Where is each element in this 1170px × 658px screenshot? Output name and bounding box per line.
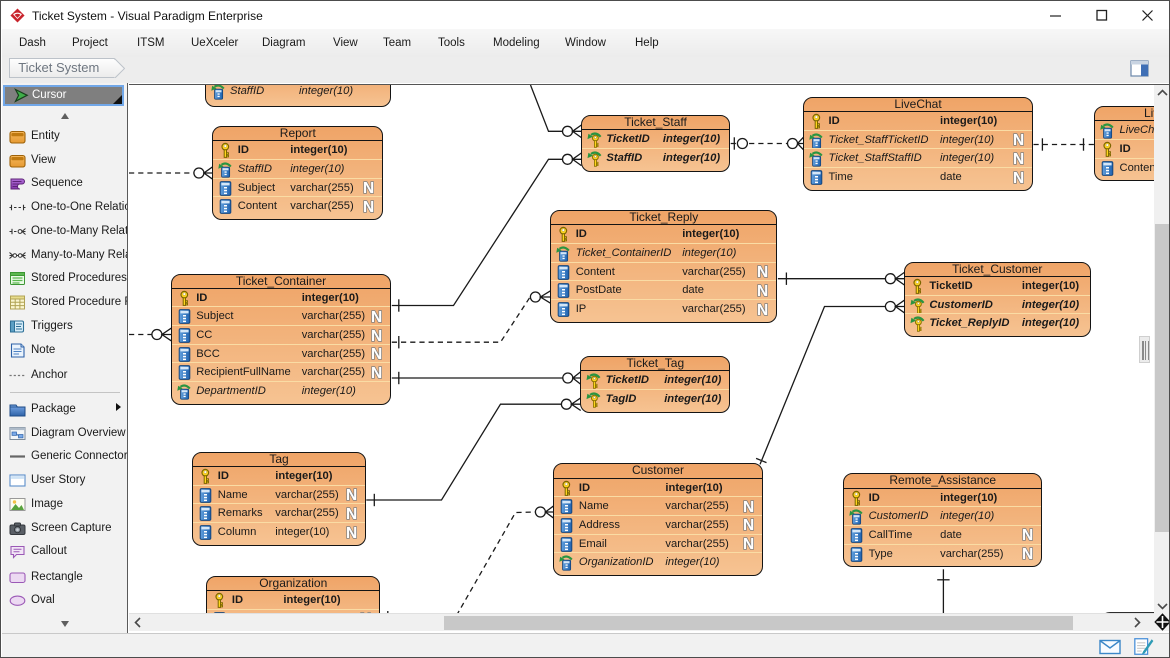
svg-text:N: N xyxy=(1013,170,1024,186)
svg-text:N: N xyxy=(1013,132,1024,148)
svg-text:N: N xyxy=(757,283,768,299)
svg-text:N: N xyxy=(371,365,382,381)
svg-text:N: N xyxy=(371,309,382,325)
svg-text:N: N xyxy=(1013,151,1024,167)
svg-text:N: N xyxy=(743,517,754,533)
svg-text:N: N xyxy=(743,536,754,552)
svg-text:N: N xyxy=(757,302,768,318)
svg-text:N: N xyxy=(743,499,754,515)
svg-text:N: N xyxy=(1022,546,1033,562)
svg-text:N: N xyxy=(346,525,357,541)
svg-text:N: N xyxy=(371,346,382,362)
svg-text:N: N xyxy=(363,180,374,196)
svg-text:N: N xyxy=(363,199,374,215)
svg-text:N: N xyxy=(346,506,357,522)
svg-text:N: N xyxy=(371,328,382,344)
svg-text:N: N xyxy=(757,264,768,280)
svg-text:N: N xyxy=(1022,527,1033,543)
svg-text:N: N xyxy=(346,487,357,503)
